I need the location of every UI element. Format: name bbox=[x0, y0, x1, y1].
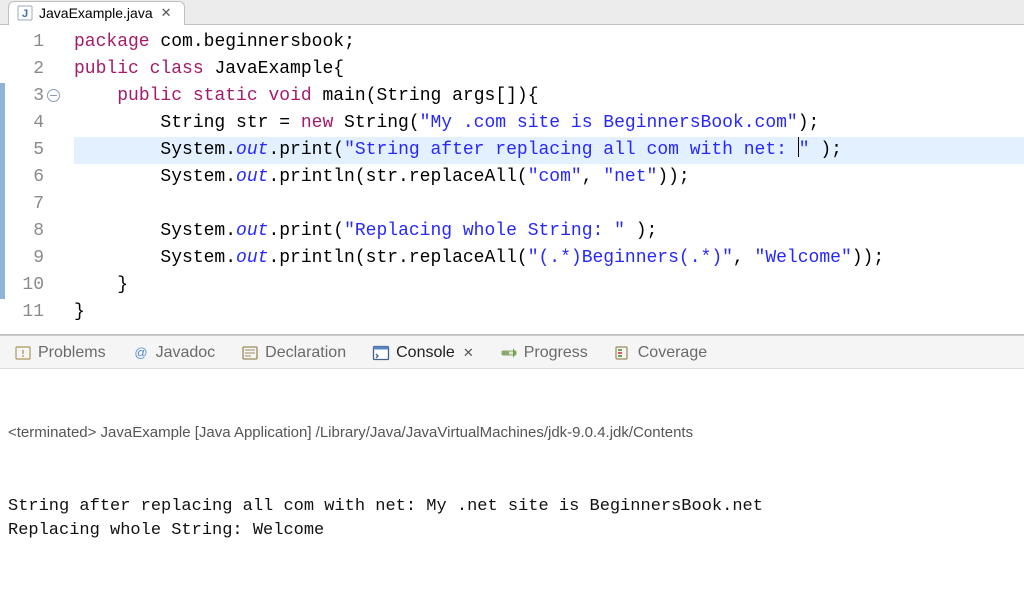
problems-icon bbox=[14, 344, 32, 362]
change-marker-icon bbox=[0, 272, 5, 299]
code-line[interactable]: System.out.println(str.replaceAll("com",… bbox=[74, 164, 1024, 191]
bottom-panel: Problems @ Javadoc Declaration Console ✕ Progr… bbox=[0, 335, 1024, 595]
change-marker-icon bbox=[0, 245, 5, 272]
view-tab-coverage[interactable]: Coverage bbox=[610, 342, 711, 364]
progress-icon bbox=[500, 344, 518, 362]
view-tab-label: Javadoc bbox=[156, 344, 216, 362]
line-number: 9 bbox=[0, 245, 62, 272]
line-number: 6 bbox=[0, 164, 62, 191]
editor-tab-javaexample[interactable]: J JavaExample.java ✕ bbox=[8, 1, 185, 25]
view-tab-problems[interactable]: Problems bbox=[10, 342, 110, 364]
code-line[interactable]: public static void main(String args[]){ bbox=[74, 83, 1024, 110]
code-line[interactable]: } bbox=[74, 299, 1024, 326]
javadoc-icon: @ bbox=[132, 344, 150, 362]
view-tab-label: Console bbox=[396, 344, 455, 362]
editor-tabbar: J JavaExample.java ✕ bbox=[0, 0, 1024, 25]
code-line[interactable]: package com.beginnersbook; bbox=[74, 29, 1024, 56]
line-number: 4 bbox=[0, 110, 62, 137]
editor-gutter: 1234567891011 bbox=[0, 25, 70, 334]
change-marker-icon bbox=[0, 110, 5, 137]
code-line[interactable]: String str = new String("My .com site is… bbox=[74, 110, 1024, 137]
line-number: 2 bbox=[0, 56, 62, 83]
svg-text:J: J bbox=[22, 8, 28, 20]
line-number: 10 bbox=[0, 272, 62, 299]
line-number: 3 bbox=[0, 83, 62, 110]
code-line[interactable]: System.out.print("String after replacing… bbox=[74, 137, 1024, 164]
console-icon bbox=[372, 344, 390, 362]
line-number: 11 bbox=[0, 299, 62, 326]
line-number: 7 bbox=[0, 191, 62, 218]
coverage-icon bbox=[614, 344, 632, 362]
code-line[interactable]: System.out.print("Replacing whole String… bbox=[74, 218, 1024, 245]
declaration-icon bbox=[241, 344, 259, 362]
change-marker-icon bbox=[0, 83, 5, 110]
change-marker-icon bbox=[0, 218, 5, 245]
view-tabs: Problems @ Javadoc Declaration Console ✕ Progr… bbox=[0, 336, 1024, 369]
view-tab-declaration[interactable]: Declaration bbox=[237, 342, 350, 364]
editor-tab-close-icon[interactable]: ✕ bbox=[159, 5, 174, 21]
change-marker-icon bbox=[0, 137, 5, 164]
view-tab-label: Problems bbox=[38, 344, 106, 362]
code-line[interactable]: } bbox=[74, 272, 1024, 299]
code-line[interactable]: public class JavaExample{ bbox=[74, 56, 1024, 83]
change-marker-icon bbox=[0, 191, 5, 218]
console-line: String after replacing all com with net:… bbox=[8, 495, 1016, 519]
view-tab-progress[interactable]: Progress bbox=[496, 342, 592, 364]
view-tab-javadoc[interactable]: @ Javadoc bbox=[128, 342, 220, 364]
fold-toggle-icon[interactable] bbox=[47, 89, 60, 102]
svg-text:@: @ bbox=[134, 345, 147, 360]
line-number: 5 bbox=[0, 137, 62, 164]
code-line[interactable] bbox=[74, 191, 1024, 218]
code-line[interactable]: System.out.println(str.replaceAll("(.*)B… bbox=[74, 245, 1024, 272]
line-number: 1 bbox=[0, 29, 62, 56]
editor-code-area[interactable]: package com.beginnersbook;public class J… bbox=[70, 25, 1024, 334]
view-tab-console[interactable]: Console ✕ bbox=[368, 342, 478, 364]
code-editor[interactable]: 1234567891011 package com.beginnersbook;… bbox=[0, 25, 1024, 335]
view-tab-label: Coverage bbox=[638, 344, 707, 362]
console-line: Replacing whole String: Welcome bbox=[8, 519, 1016, 543]
view-tab-close-icon[interactable]: ✕ bbox=[463, 345, 474, 361]
editor-tab-label: JavaExample.java bbox=[39, 5, 153, 21]
console-status: <terminated> JavaExample [Java Applicati… bbox=[8, 421, 1016, 447]
console-lines: String after replacing all com with net:… bbox=[8, 495, 1016, 543]
view-tab-label: Declaration bbox=[265, 344, 346, 362]
console-output[interactable]: <terminated> JavaExample [Java Applicati… bbox=[0, 369, 1024, 595]
change-marker-icon bbox=[0, 164, 5, 191]
line-number: 8 bbox=[0, 218, 62, 245]
view-tab-label: Progress bbox=[524, 344, 588, 362]
java-file-icon: J bbox=[17, 5, 33, 21]
